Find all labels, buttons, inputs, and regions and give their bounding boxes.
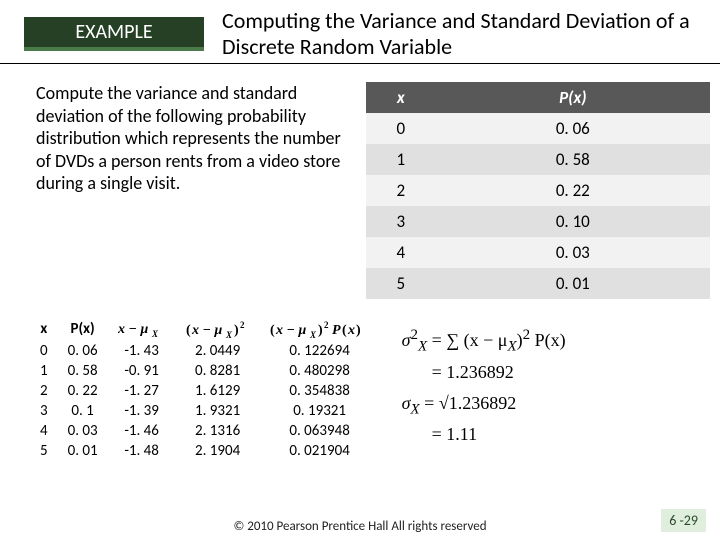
calc-col-dev-sq-p: ( x − μ X ) 2 P ( x ) <box>260 317 380 341</box>
table-row: 10. 58 <box>366 144 710 175</box>
svg-text:x: x <box>347 323 355 338</box>
slide-title: Computing the Variance and Standard Devi… <box>204 8 720 59</box>
svg-text:(: ( <box>342 323 347 338</box>
formula-block: σ2X = ∑ (x − μX)2 P(x) = 1.236892 σX = √… <box>402 317 710 451</box>
slide-number: 6 -29 <box>661 509 706 532</box>
svg-text:X: X <box>151 329 159 339</box>
table-row: 40. 03 <box>366 237 710 268</box>
table-row: 20. 22 <box>366 175 710 206</box>
table-row: 50. 01 <box>366 268 710 299</box>
calc-col-x: x <box>30 317 58 341</box>
svg-text:X: X <box>225 330 233 340</box>
lower-region: x P(x) x − μ X ( x − μ X ) 2 ( <box>0 307 720 461</box>
calc-col-dev: x − μ X <box>108 317 176 341</box>
svg-text:X: X <box>309 330 317 340</box>
copyright-footer: © 2010 Pearson Prentice Hall All rights … <box>0 519 720 534</box>
distribution-table: x P(x) 00. 06 10. 58 20. 22 30. 10 40. 0… <box>366 82 710 299</box>
svg-text:x − μ: x − μ <box>191 323 222 338</box>
svg-text:(: ( <box>270 323 275 338</box>
svg-text:x − μ: x − μ <box>118 322 148 337</box>
table-row: 00. 06 <box>366 113 710 144</box>
table-row: 30. 10 <box>366 206 710 237</box>
sd-formula: σX = √1.236892 <box>402 393 710 419</box>
table-row: 10. 58-0. 910. 82810. 480298 <box>30 361 380 381</box>
svg-text:2: 2 <box>240 320 245 330</box>
calc-header-row: x P(x) x − μ X ( x − μ X ) 2 ( <box>30 317 380 341</box>
table-row: 20. 22-1. 271. 61290. 354838 <box>30 381 380 401</box>
svg-text:): ) <box>234 323 239 338</box>
slide-header: EXAMPLE Computing the Variance and Stand… <box>0 0 720 64</box>
table-row: 40. 03-1. 462. 13160. 063948 <box>30 421 380 441</box>
table-header-row: x P(x) <box>366 82 710 113</box>
col-header-x: x <box>366 82 436 113</box>
svg-text:P: P <box>332 323 341 338</box>
variance-formula: σ2X = ∑ (x − μX)2 P(x) <box>402 327 710 356</box>
svg-text:x − μ: x − μ <box>275 323 306 338</box>
calc-col-dev-sq: ( x − μ X ) 2 <box>176 317 260 341</box>
calc-col-px: P(x) <box>58 317 108 341</box>
svg-text:): ) <box>356 323 361 338</box>
variance-value: = 1.236892 <box>432 362 710 383</box>
upper-region: Compute the variance and standard deviat… <box>0 64 720 307</box>
table-row: 00. 06-1. 432. 04490. 122694 <box>30 341 380 361</box>
calculation-table: x P(x) x − μ X ( x − μ X ) 2 ( <box>30 317 380 461</box>
svg-text:(: ( <box>186 323 191 338</box>
example-badge: EXAMPLE <box>24 17 204 51</box>
sd-value: = 1.11 <box>432 424 710 445</box>
problem-prompt: Compute the variance and standard deviat… <box>36 82 366 299</box>
col-header-px: P(x) <box>436 82 710 113</box>
svg-text:2: 2 <box>324 320 329 330</box>
table-row: 50. 01-1. 482. 19040. 021904 <box>30 441 380 461</box>
table-row: 30. 1-1. 391. 93210. 19321 <box>30 401 380 421</box>
svg-text:): ) <box>318 323 323 338</box>
